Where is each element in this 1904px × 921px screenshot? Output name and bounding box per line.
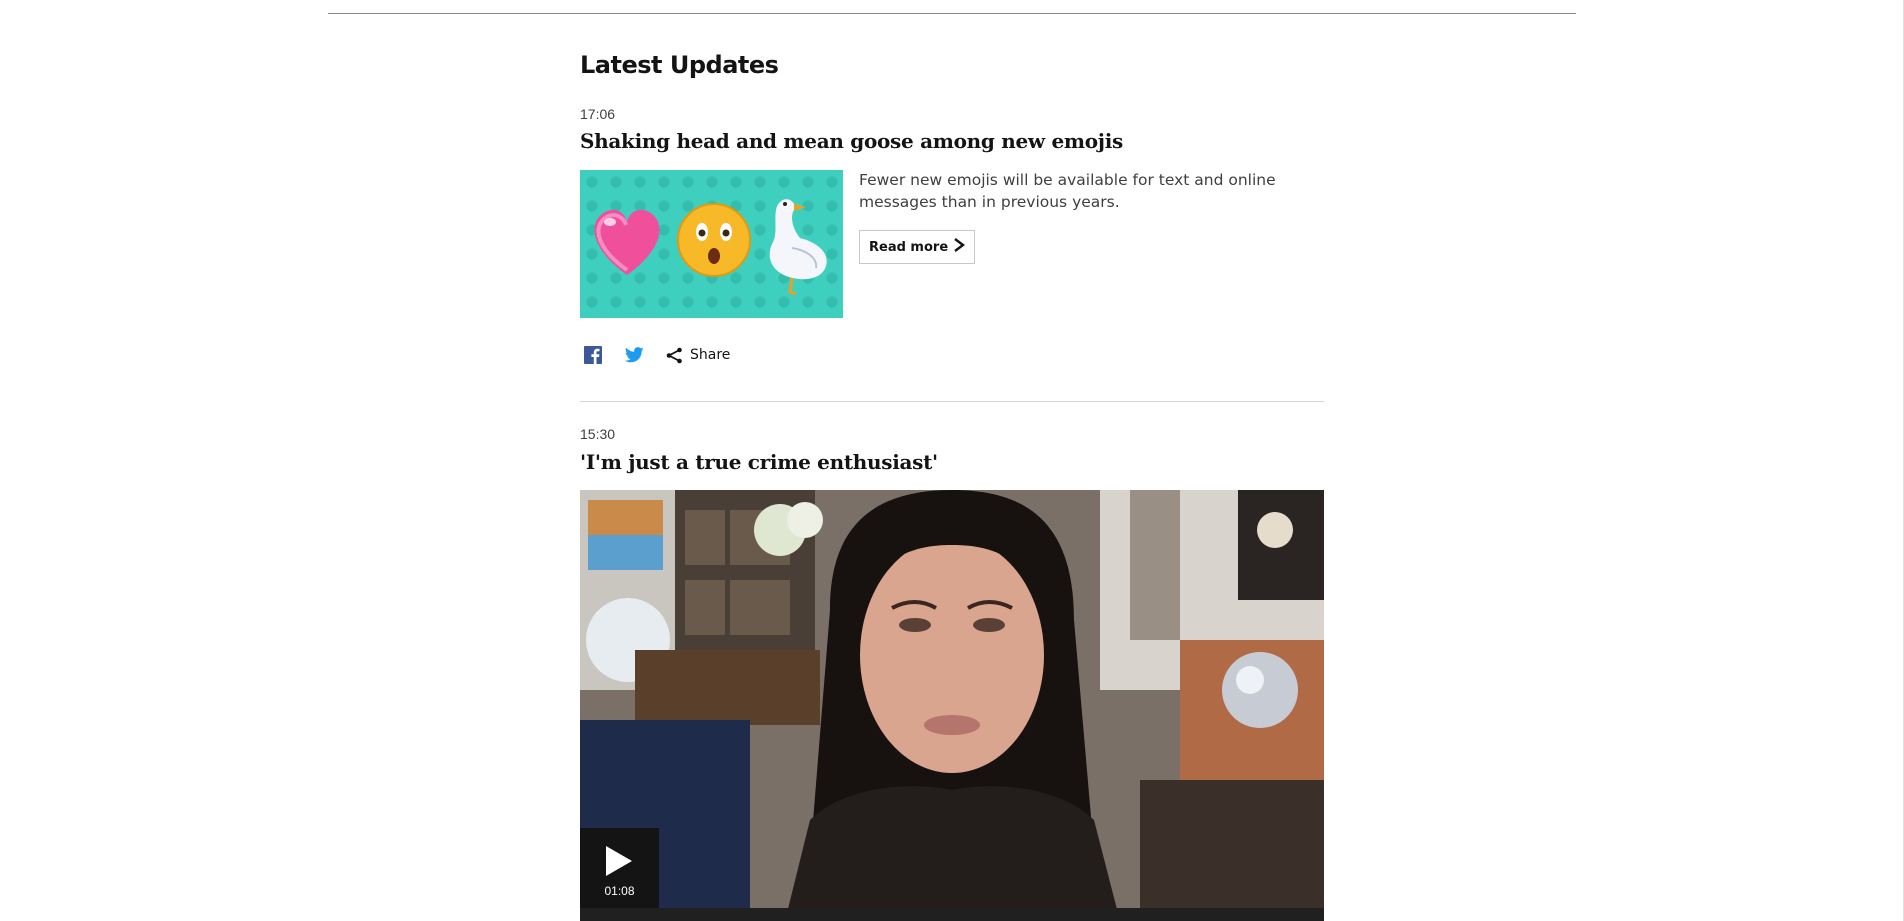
play-icon	[606, 846, 632, 881]
emoji-image[interactable]	[580, 170, 843, 318]
twitter-icon[interactable]	[624, 345, 644, 365]
chevron-right-icon	[953, 238, 966, 256]
video-player[interactable]: 01:08	[580, 490, 1324, 921]
heart-emoji-icon	[594, 209, 660, 275]
facebook-icon[interactable]	[583, 345, 603, 365]
post-headline[interactable]: Shaking head and mean goose among new em…	[580, 129, 1123, 153]
read-more-button[interactable]: Read more	[859, 230, 976, 264]
share-label[interactable]: Share	[690, 347, 730, 363]
post-divider	[580, 401, 1324, 402]
share-toolbar: Share	[583, 345, 730, 365]
post-time: 15:30	[580, 426, 616, 442]
video-caption-bar	[580, 908, 1324, 921]
video-duration: 01:08	[604, 884, 635, 898]
post-time: 17:06	[580, 106, 616, 122]
section-title: Latest Updates	[580, 51, 779, 79]
post-headline[interactable]: 'I'm just a true crime enthusiast'	[580, 450, 938, 474]
shaking-face-emoji-icon	[677, 203, 751, 277]
header-divider	[328, 13, 1576, 14]
play-button[interactable]: 01:08	[580, 828, 659, 908]
video-thumbnail	[580, 490, 1324, 921]
read-more-label: Read more	[869, 239, 949, 255]
post-summary: Fewer new emojis will be available for t…	[859, 171, 1276, 211]
goose-emoji-icon	[769, 199, 827, 296]
share-icon[interactable]	[664, 345, 684, 365]
